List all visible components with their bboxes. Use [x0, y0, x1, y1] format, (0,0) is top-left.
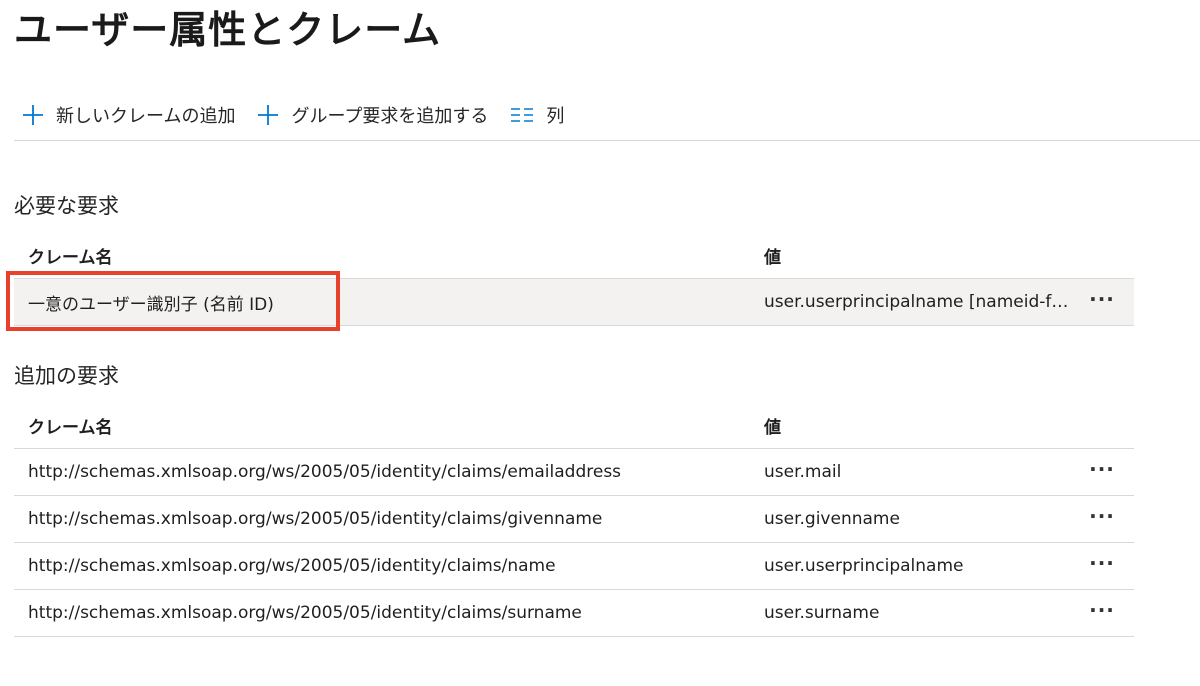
- claim-name-cell: http://schemas.xmlsoap.org/ws/2005/05/id…: [28, 509, 603, 529]
- claim-value-cell: user.userprincipalname: [764, 556, 964, 576]
- claim-name-cell: http://schemas.xmlsoap.org/ws/2005/05/id…: [28, 603, 582, 623]
- claim-value-cell: user.userprincipalname [nameid-for...: [764, 292, 1070, 312]
- table-row[interactable]: http://schemas.xmlsoap.org/ws/2005/05/id…: [14, 496, 1134, 543]
- required-claims-table: クレーム名 値 一意のユーザー識別子 (名前 ID) user.userprin…: [14, 233, 1134, 326]
- more-icon[interactable]: ···: [1089, 506, 1115, 532]
- column-header-value[interactable]: 値: [750, 413, 1070, 438]
- add-group-claim-label: グループ要求を追加する: [291, 106, 489, 127]
- toolbar: 新しいクレームの追加 グループ要求を追加する 列: [14, 90, 1200, 141]
- column-header-value[interactable]: 値: [750, 243, 1070, 268]
- add-group-claim-button[interactable]: グループ要求を追加する: [257, 93, 488, 137]
- add-claim-label: 新しいクレームの追加: [56, 106, 236, 127]
- claim-name-cell: 一意のユーザー識別子 (名前 ID): [28, 294, 274, 315]
- additional-claims-title: 追加の要求: [14, 364, 119, 388]
- table-header: クレーム名 値: [14, 403, 1134, 449]
- more-icon[interactable]: ···: [1089, 553, 1115, 579]
- more-icon[interactable]: ···: [1089, 600, 1115, 626]
- plus-icon: [257, 104, 279, 126]
- table-header: クレーム名 値: [14, 233, 1134, 279]
- claim-value-cell: user.givenname: [764, 509, 900, 529]
- claim-value-cell: user.mail: [764, 462, 842, 482]
- columns-button[interactable]: 列: [510, 93, 564, 137]
- page-title: ユーザー属性とクレーム: [14, 8, 442, 52]
- column-header-claim-name[interactable]: クレーム名: [14, 243, 750, 268]
- page: ユーザー属性とクレーム 新しいクレームの追加 グループ要求を追加する 列 必要な…: [0, 0, 1200, 686]
- more-icon[interactable]: ···: [1089, 459, 1115, 485]
- more-icon[interactable]: ···: [1089, 289, 1115, 315]
- table-row[interactable]: http://schemas.xmlsoap.org/ws/2005/05/id…: [14, 543, 1134, 590]
- columns-label: 列: [546, 106, 565, 127]
- plus-icon: [22, 104, 44, 126]
- table-row[interactable]: http://schemas.xmlsoap.org/ws/2005/05/id…: [14, 449, 1134, 496]
- add-claim-button[interactable]: 新しいクレームの追加: [22, 93, 235, 137]
- column-header-claim-name[interactable]: クレーム名: [14, 413, 750, 438]
- claim-name-cell: http://schemas.xmlsoap.org/ws/2005/05/id…: [28, 462, 622, 482]
- table-row[interactable]: 一意のユーザー識別子 (名前 ID) user.userprincipalnam…: [14, 279, 1134, 326]
- table-row[interactable]: http://schemas.xmlsoap.org/ws/2005/05/id…: [14, 590, 1134, 637]
- columns-icon: [510, 106, 534, 124]
- claim-name-cell: http://schemas.xmlsoap.org/ws/2005/05/id…: [28, 556, 556, 576]
- required-claims-title: 必要な要求: [14, 194, 119, 218]
- claim-value-cell: user.surname: [764, 603, 880, 623]
- additional-claims-table: クレーム名 値 http://schemas.xmlsoap.org/ws/20…: [14, 403, 1134, 637]
